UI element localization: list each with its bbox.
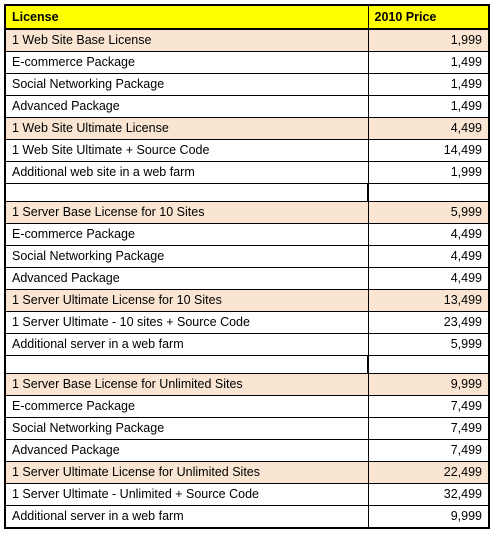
cell-price-value: 9,999 <box>367 505 490 529</box>
spacer-cell-license <box>4 355 369 374</box>
table-row: Social Networking Package 7,499 <box>4 417 490 440</box>
cell-license-name: 1 Server Ultimate - Unlimited + Source C… <box>4 483 369 506</box>
cell-price-value: 13,499 <box>367 289 490 312</box>
cell-price-value: 14,499 <box>367 139 490 162</box>
cell-license-name: 1 Server Base License for Unlimited Site… <box>4 373 369 396</box>
cell-price-value: 7,499 <box>367 395 490 418</box>
cell-price-value: 1,999 <box>367 161 490 184</box>
cell-license-name: Advanced Package <box>4 267 369 290</box>
cell-license-name: E-commerce Package <box>4 395 369 418</box>
cell-price-value: 7,499 <box>367 417 490 440</box>
cell-license-name: Social Networking Package <box>4 245 369 268</box>
table-body: 1 Web Site Base License 1,999 E-commerce P… <box>4 28 490 529</box>
table-spacer-row <box>4 355 490 374</box>
cell-license-name: Social Networking Package <box>4 73 369 96</box>
cell-price-value: 9,999 <box>367 373 490 396</box>
cell-price-value: 4,499 <box>367 267 490 290</box>
table-row: 1 Server Ultimate License for Unlimited … <box>4 461 490 484</box>
table-row: Additional web site in a web farm 1,999 <box>4 161 490 184</box>
table-row: Additional server in a web farm 5,999 <box>4 333 490 356</box>
table-row: 1 Web Site Base License 1,999 <box>4 28 490 52</box>
cell-price-value: 5,999 <box>367 333 490 356</box>
cell-license-name: 1 Server Ultimate - 10 sites + Source Co… <box>4 311 369 334</box>
table-row: 1 Web Site Ultimate + Source Code 14,499 <box>4 139 490 162</box>
cell-license-name: 1 Web Site Base License <box>4 28 369 52</box>
table-row: E-commerce Package 4,499 <box>4 223 490 246</box>
cell-license-name: 1 Web Site Ultimate + Source Code <box>4 139 369 162</box>
table-row: Social Networking Package 4,499 <box>4 245 490 268</box>
cell-license-name: 1 Server Ultimate License for Unlimited … <box>4 461 369 484</box>
table-row: 1 Server Base License for Unlimited Site… <box>4 373 490 396</box>
table-row: Advanced Package 4,499 <box>4 267 490 290</box>
table-row: 1 Web Site Ultimate License 4,499 <box>4 117 490 140</box>
cell-price-value: 1,499 <box>367 95 490 118</box>
cell-price-value: 23,499 <box>367 311 490 334</box>
table-row: Social Networking Package 1,499 <box>4 73 490 96</box>
header-row: License 2010 Price <box>4 4 490 30</box>
spacer-cell-license <box>4 183 369 202</box>
cell-license-name: Additional web site in a web farm <box>4 161 369 184</box>
cell-license-name: Additional server in a web farm <box>4 333 369 356</box>
table-row: E-commerce Package 1,499 <box>4 51 490 74</box>
pricing-sheet: License 2010 Price 1 Web Site Base Licen… <box>4 4 490 529</box>
cell-license-name: 1 Server Ultimate License for 10 Sites <box>4 289 369 312</box>
cell-price-value: 5,999 <box>367 201 490 224</box>
cell-price-value: 32,499 <box>367 483 490 506</box>
cell-price-value: 4,499 <box>367 117 490 140</box>
table-row: 1 Server Ultimate - 10 sites + Source Co… <box>4 311 490 334</box>
table-row: 1 Server Ultimate License for 10 Sites 13… <box>4 289 490 312</box>
table-row: 1 Server Ultimate - Unlimited + Source C… <box>4 483 490 506</box>
cell-license-name: E-commerce Package <box>4 51 369 74</box>
cell-license-name: Social Networking Package <box>4 417 369 440</box>
table-row: Additional server in a web farm 9,999 <box>4 505 490 529</box>
cell-license-name: Advanced Package <box>4 95 369 118</box>
table-row: E-commerce Package 7,499 <box>4 395 490 418</box>
table-header: License 2010 Price <box>4 4 490 30</box>
cell-price-value: 1,999 <box>367 28 490 52</box>
column-header-license: License <box>4 4 369 30</box>
cell-price-value: 1,499 <box>367 51 490 74</box>
license-pricing-table: License 2010 Price 1 Web Site Base Licen… <box>4 4 490 529</box>
cell-price-value: 22,499 <box>367 461 490 484</box>
table-row: Advanced Package 1,499 <box>4 95 490 118</box>
cell-price-value: 1,499 <box>367 73 490 96</box>
cell-price-value: 4,499 <box>367 223 490 246</box>
table-row: 1 Server Base License for 10 Sites 5,999 <box>4 201 490 224</box>
cell-license-name: E-commerce Package <box>4 223 369 246</box>
cell-license-name: Additional server in a web farm <box>4 505 369 529</box>
table-row: Advanced Package 7,499 <box>4 439 490 462</box>
table-spacer-row <box>4 183 490 202</box>
cell-license-name: Advanced Package <box>4 439 369 462</box>
cell-license-name: 1 Web Site Ultimate License <box>4 117 369 140</box>
cell-price-value: 4,499 <box>367 245 490 268</box>
spacer-cell-price <box>367 355 490 374</box>
spacer-cell-price <box>367 183 490 202</box>
column-header-price: 2010 Price <box>367 4 490 30</box>
cell-license-name: 1 Server Base License for 10 Sites <box>4 201 369 224</box>
cell-price-value: 7,499 <box>367 439 490 462</box>
